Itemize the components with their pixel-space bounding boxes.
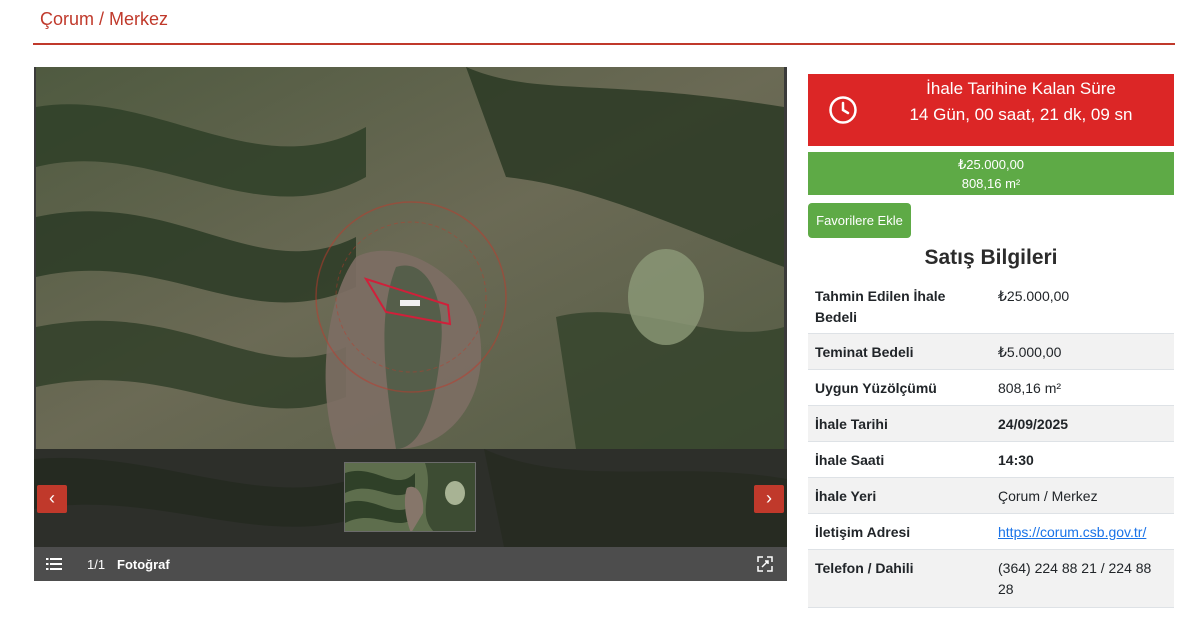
table-row: İletişim Adresi https://corum.csb.gov.tr… [808,513,1174,550]
photo-label: Fotoğraf [117,557,170,572]
clock-icon [829,96,857,124]
row-value-area: 808,16 m² [998,379,1062,396]
row-label-guarantee: Teminat Bedeli [815,343,914,360]
title-divider [33,43,1175,45]
table-row: Uygun Yüzölçümü 808,16 m² [808,369,1174,406]
row-label-contact-address: İletişim Adresi [815,523,911,540]
row-value-auction-date: 24/09/2025 [998,415,1069,432]
contact-address-link[interactable]: https://corum.csb.gov.tr/ [998,524,1146,540]
satellite-photo[interactable] [36,67,784,449]
row-value-auction-place: Çorum / Merkez [998,487,1098,504]
photo-gallery: ‹ › 1/1 Fotoğraf [34,67,787,581]
row-value-estimated-price: ₺25.000,00 [998,288,1070,304]
row-label-auction-date: İhale Tarihi [815,415,888,432]
row-label-auction-place: İhale Yeri [815,487,877,504]
table-row: Teminat Bedeli ₺5.000,00 [808,333,1174,370]
list-icon[interactable] [46,557,62,571]
chevron-left-icon[interactable]: ‹ [37,485,67,513]
table-row: İhale Yeri Çorum / Merkez [808,477,1174,514]
table-row: İhale Saati 14:30 [808,441,1174,478]
add-to-favorites-button[interactable]: Favorilere Ekle [808,203,911,238]
thumbnail-strip: ‹ › [34,449,787,547]
row-label-area: Uygun Yüzölçümü [815,379,937,396]
table-row: İhale Tarihi 24/09/2025 [808,405,1174,442]
chevron-right-icon[interactable]: › [754,485,784,513]
row-label-auction-time: İhale Saati [815,451,885,468]
price-amount: ₺25.000,00 [957,157,1025,172]
photo-counter: 1/1 [87,557,106,572]
row-label-estimated-price: Tahmin Edilen İhale Bedeli [815,288,946,325]
sales-info-table: Tahmin Edilen İhale Bedeli ₺25.000,00 Te… [808,278,1174,608]
table-row: Telefon / Dahili (364) 224 88 21 / 224 8… [808,549,1174,608]
countdown-label: İhale Tarihine Kalan Süre [926,79,1116,98]
row-value-phone: (364) 224 88 21 / 224 88 28 [998,559,1152,597]
table-row: Tahmin Edilen İhale Bedeli ₺25.000,00 [808,278,1174,334]
countdown-value: 14 Gün, 00 saat, 21 dk, 09 sn [909,105,1133,124]
price-area: 808,16 m² [961,176,1021,191]
countdown-banner: İhale Tarihine Kalan Süre 14 Gün, 00 saa… [808,74,1174,146]
expand-icon[interactable] [757,556,773,572]
page-title: Çorum / Merkez [40,9,169,29]
row-label-phone: Telefon / Dahili [815,559,914,576]
row-value-auction-time: 14:30 [998,451,1034,468]
gallery-toolbar: 1/1 Fotoğraf [34,547,787,581]
row-value-guarantee: ₺5.000,00 [998,343,1062,360]
sales-info-title: Satış Bilgileri [924,246,1058,269]
price-summary: ₺25.000,00 808,16 m² [808,152,1174,195]
thumbnail-image[interactable] [344,462,476,532]
